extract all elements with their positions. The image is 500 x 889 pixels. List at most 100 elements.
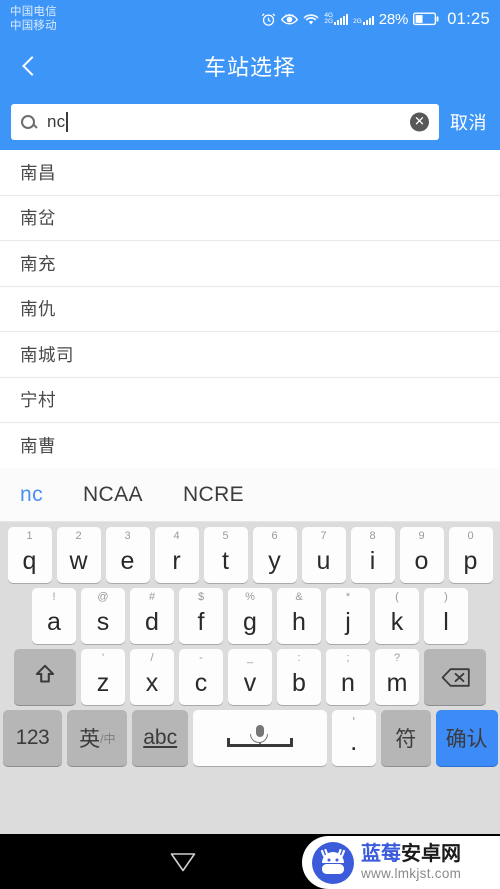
key-m[interactable]: ? m bbox=[375, 649, 419, 705]
key-q[interactable]: 1q bbox=[7, 527, 52, 583]
search-icon bbox=[21, 114, 35, 129]
station-list[interactable]: 南昌 南岔 南充 南仇 南城司 宁村 南曹 bbox=[0, 150, 500, 468]
net-label-2g-b: 2G bbox=[353, 17, 362, 25]
candidate-item-0[interactable]: nc bbox=[20, 483, 43, 507]
station-name: 南昌 bbox=[20, 162, 56, 183]
clear-search-button[interactable]: ✕ bbox=[410, 112, 429, 131]
key-d[interactable]: # d bbox=[130, 588, 174, 644]
key-e[interactable]: 3e bbox=[105, 527, 150, 583]
nav-back-button[interactable] bbox=[170, 851, 196, 873]
enter-key[interactable]: 确认 bbox=[435, 710, 498, 766]
key-hint: ) bbox=[444, 591, 448, 603]
search-input[interactable]: nc ✕ bbox=[11, 103, 439, 140]
candidate-item-2[interactable]: NCRE bbox=[183, 483, 244, 507]
close-icon: ✕ bbox=[414, 114, 425, 129]
key-label: abc bbox=[143, 726, 178, 749]
list-item[interactable]: 南仇 bbox=[0, 286, 500, 332]
key-hint: ' bbox=[352, 714, 356, 729]
backspace-key[interactable] bbox=[424, 649, 486, 705]
search-bar: nc ✕ 取消 bbox=[0, 93, 500, 150]
key-label: 123 bbox=[15, 726, 50, 749]
list-item[interactable]: 南昌 bbox=[0, 150, 500, 196]
candidate-item-1[interactable]: NCAA bbox=[83, 483, 143, 507]
key-r[interactable]: 4r bbox=[154, 527, 199, 583]
key-label: a bbox=[47, 608, 61, 636]
key-label: y bbox=[268, 547, 281, 575]
key-label: s bbox=[96, 608, 110, 636]
key-label: v bbox=[243, 669, 257, 697]
key-o[interactable]: 9o bbox=[399, 527, 444, 583]
key-z[interactable]: ' z bbox=[81, 649, 125, 705]
list-item[interactable]: 南充 bbox=[0, 241, 500, 287]
watermark-title-part2: 安卓网 bbox=[401, 842, 461, 865]
virtual-keyboard: 1q 2w 3e 4r 5t 6y 7u 8i 9o 0p ! a @ s # d $… bbox=[0, 522, 500, 834]
key-n[interactable]: ; n bbox=[326, 649, 370, 705]
cancel-button[interactable]: 取消 bbox=[450, 109, 489, 135]
signal-bars-1 bbox=[334, 14, 349, 25]
watermark: 蓝莓安卓网 www.lmkjst.com bbox=[302, 836, 500, 889]
shift-key[interactable] bbox=[14, 649, 76, 705]
list-item[interactable]: 宁村 bbox=[0, 377, 500, 423]
watermark-url: www.lmkjst.com bbox=[361, 865, 462, 881]
key-u[interactable]: 7u bbox=[301, 527, 346, 583]
key-label: m bbox=[386, 669, 408, 697]
battery-percentage: 28% bbox=[378, 10, 409, 28]
numeric-mode-key[interactable]: 123 bbox=[2, 710, 63, 766]
key-l[interactable]: ) l bbox=[424, 588, 468, 644]
key-j[interactable]: * j bbox=[326, 588, 370, 644]
key-i[interactable]: 8i bbox=[350, 527, 395, 583]
key-t[interactable]: 5t bbox=[203, 527, 248, 583]
search-input-value: nc bbox=[47, 111, 66, 131]
key-label: w bbox=[69, 547, 88, 575]
list-item[interactable]: 南曹 bbox=[0, 423, 500, 468]
key-p[interactable]: 0p bbox=[448, 527, 493, 583]
signal-2g-icon: 2G bbox=[353, 14, 374, 25]
key-label: i bbox=[369, 547, 376, 575]
clock: 01:25 bbox=[447, 9, 490, 28]
key-hint: 2 bbox=[75, 530, 82, 542]
key-hint: 0 bbox=[467, 530, 474, 542]
key-g[interactable]: % g bbox=[228, 588, 272, 644]
backspace-icon bbox=[441, 667, 470, 687]
key-h[interactable]: & h bbox=[277, 588, 321, 644]
key-hint: 3 bbox=[124, 530, 131, 542]
key-y[interactable]: 6y bbox=[252, 527, 297, 583]
key-b[interactable]: :b bbox=[277, 649, 321, 705]
key-hint: 7 bbox=[320, 530, 327, 542]
space-key[interactable] bbox=[193, 710, 327, 766]
key-hint: 9 bbox=[418, 530, 425, 542]
station-name: 南城司 bbox=[20, 344, 74, 365]
key-s[interactable]: @ s bbox=[81, 588, 125, 644]
key-hint: * bbox=[345, 591, 351, 603]
key-label: f bbox=[197, 608, 205, 636]
period-key[interactable]: ' . bbox=[331, 710, 376, 766]
watermark-title-part1: 蓝莓 bbox=[361, 842, 401, 865]
key-a[interactable]: ! a bbox=[32, 588, 76, 644]
watermark-text: 蓝莓安卓网 www.lmkjst.com bbox=[361, 842, 462, 881]
key-w[interactable]: 2w bbox=[56, 527, 101, 583]
language-toggle-key[interactable]: 英/中 bbox=[67, 710, 128, 766]
key-x[interactable]: / x bbox=[130, 649, 174, 705]
list-item[interactable]: 南岔 bbox=[0, 195, 500, 241]
back-button[interactable] bbox=[0, 38, 58, 93]
abc-mode-key[interactable]: abc bbox=[132, 710, 189, 766]
key-label: t bbox=[222, 547, 229, 575]
net-label-2g-a: 2G bbox=[324, 18, 334, 25]
list-item[interactable]: 南城司 bbox=[0, 332, 500, 378]
key-hint: ' bbox=[101, 652, 105, 664]
station-name: 南岔 bbox=[20, 208, 56, 229]
key-hint: ; bbox=[346, 652, 350, 664]
key-f[interactable]: $ f bbox=[179, 588, 223, 644]
key-label: d bbox=[145, 608, 159, 636]
key-k[interactable]: (k bbox=[375, 588, 419, 644]
key-label: r bbox=[172, 547, 181, 575]
symbol-key[interactable]: 符 bbox=[380, 710, 431, 766]
page-title: 车站选择 bbox=[203, 54, 296, 80]
key-v[interactable]: _ v bbox=[228, 649, 272, 705]
key-hint: ! bbox=[52, 591, 56, 603]
key-hint: % bbox=[245, 591, 255, 603]
key-label: e bbox=[120, 547, 135, 575]
key-c[interactable]: -c bbox=[179, 649, 223, 705]
microphone-icon[interactable] bbox=[250, 725, 269, 746]
carrier-2: 中国移动 bbox=[10, 20, 57, 32]
